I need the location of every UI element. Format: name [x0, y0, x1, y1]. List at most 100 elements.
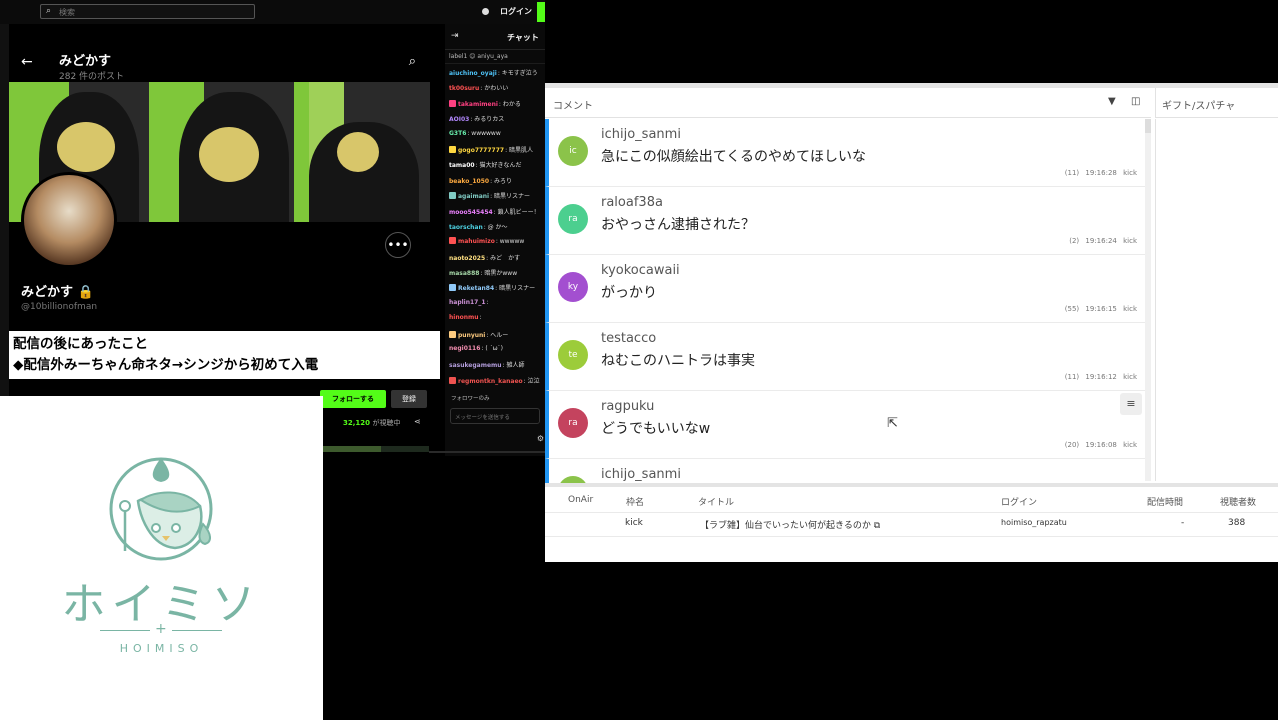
comment-scrollbar[interactable] — [1145, 119, 1151, 481]
chat-username[interactable]: mooo545454 — [449, 209, 493, 216]
chat-username[interactable]: agaimani — [458, 193, 489, 200]
copy-icon[interactable]: ⧉ — [874, 521, 880, 531]
logo-divider-left — [100, 630, 150, 631]
search-input[interactable]: ⌕ 検索 — [40, 4, 255, 19]
chat-username[interactable]: hinonmu — [449, 314, 479, 321]
chat-text: : 泣泣 — [523, 377, 540, 385]
chat-username[interactable]: tk00suru — [449, 85, 479, 92]
chat-username[interactable]: beako_1050 — [449, 178, 489, 185]
col-onair[interactable]: OnAir — [568, 495, 593, 505]
user-badge-icon — [449, 376, 456, 384]
user-badge-icon — [449, 99, 456, 107]
gifts-label: ギフト/スパチャ — [1162, 101, 1236, 112]
comment-row[interactable]: ra ragpuku どうでもいいなw (20) 19:16:08 kick ≡ — [545, 391, 1145, 459]
user-badge-icon — [449, 145, 456, 153]
theme-toggle-icon[interactable] — [482, 8, 489, 15]
col-frame[interactable]: 枠名 — [626, 495, 644, 508]
comment-row[interactable]: ky kyokocawaii がっかり (55) 19:16:15 kick — [545, 255, 1145, 323]
comment-time: 19:16:28 — [1085, 169, 1117, 177]
comment-count: (20) — [1064, 441, 1080, 449]
chat-message: takamimeni: わかる — [449, 99, 542, 114]
chat-message: taorschan: @ か〜 — [449, 222, 542, 237]
chat-text: : @ か〜 — [483, 223, 508, 231]
follow-button[interactable]: フォローする — [320, 390, 386, 408]
comment-row[interactable]: ic ichijo_sanmi 急にこの似顔絵出てくるのやめてほしいな (11) 19… — [545, 119, 1145, 187]
chat-text: : — [479, 314, 482, 322]
comment-time: 19:16:12 — [1085, 373, 1117, 381]
more-options-icon[interactable]: ••• — [385, 232, 411, 258]
col-login[interactable]: ログイン — [1001, 495, 1037, 508]
chat-message: regmontkn_kanaeo: 泣泣 — [449, 376, 542, 391]
filter-icon[interactable]: ▼ — [1108, 96, 1116, 107]
columns-icon[interactable]: ◫ — [1131, 96, 1140, 107]
chat-username[interactable]: haplin17_1 — [449, 299, 486, 306]
col-viewers[interactable]: 視聴者数 — [1220, 495, 1256, 508]
chat-message: hinonmu: — [449, 314, 542, 329]
avatar — [21, 172, 117, 268]
cell-login: hoimiso_rapzatu — [1001, 518, 1067, 527]
search-icon[interactable]: ⌕ — [409, 54, 416, 69]
comment-time: 19:16:15 — [1085, 305, 1117, 313]
chat-username[interactable]: gogo7777777 — [458, 147, 504, 154]
chat-text: : わかる — [498, 100, 521, 108]
comment-row[interactable]: ic ichijo_sanmi — [545, 459, 1145, 483]
panel-separator[interactable] — [545, 483, 1278, 487]
avatar: te — [558, 340, 588, 370]
chat-username[interactable]: tama00 — [449, 162, 475, 169]
signup-button[interactable] — [537, 2, 545, 22]
post-count: 282 件のポスト — [59, 72, 125, 82]
gifts-header: ギフト/スパチャ — [1155, 88, 1278, 118]
caption-line-1: 配信の後にあったこと — [13, 336, 148, 352]
chat-message: haplin17_1: — [449, 299, 542, 314]
chat-username[interactable]: taorschan — [449, 224, 483, 231]
collapse-chat-icon[interactable]: ⇥ — [451, 31, 459, 41]
profile-header-name: みどかす — [59, 54, 112, 69]
chat-username[interactable]: negi0116 — [449, 345, 480, 352]
col-title[interactable]: タイトル — [698, 495, 734, 508]
caption-overlay: 配信の後にあったこと ◆配信外みーちゃん命ネタ→シンジから初めて入電 — [9, 331, 440, 379]
col-time[interactable]: 配信時間 — [1147, 495, 1183, 508]
chat-username[interactable]: G3T6 — [449, 130, 466, 137]
comment-meta: (2) 19:16:24 kick — [1069, 237, 1137, 245]
chat-username[interactable]: naoto2025 — [449, 255, 485, 262]
comment-count: (11) — [1064, 373, 1080, 381]
chat-username[interactable]: sasukegamemu — [449, 362, 502, 369]
chat-message-input[interactable]: メッセージを送信する — [450, 408, 540, 424]
comment-row[interactable]: te testacco ねむこのハニトラは事実 (11) 19:16:12 kick — [545, 323, 1145, 391]
stream-progress-bar[interactable] — [323, 446, 429, 452]
chat-username[interactable]: AOI03 — [449, 116, 469, 123]
chat-username[interactable]: mahuimizo — [458, 238, 495, 245]
share-icon[interactable]: ⋖ — [414, 417, 421, 426]
cell-title-text: 【ラブ雑】仙台でいったい何が起きるのか — [700, 521, 871, 531]
back-arrow-icon[interactable]: ← — [21, 54, 33, 70]
mouse-cursor-icon: ⇱ — [887, 416, 898, 431]
chat-username[interactable]: regmontkn_kanaeo — [458, 378, 523, 385]
avatar: ra — [558, 204, 588, 234]
chat-progress-line — [429, 451, 545, 453]
comments-header: コメント ▼ ◫ — [545, 88, 1151, 118]
chat-text: : 暗黒肌人 — [505, 146, 533, 154]
chat-username[interactable]: masa888 — [449, 270, 479, 277]
chat-footer: フォロワーのみ メッセージを送信する ⚙ — [445, 390, 545, 456]
comment-list[interactable]: ic ichijo_sanmi 急にこの似顔絵出てくるのやめてほしいな (11) 19… — [545, 119, 1145, 483]
chat-text: : 暗黒かwww — [480, 270, 518, 278]
subscribe-button[interactable]: 登録 — [391, 390, 427, 408]
avatar: ic — [558, 136, 588, 166]
comment-meta: (11) 19:16:28 kick — [1065, 169, 1137, 177]
chat-username[interactable]: takamimeni — [458, 101, 498, 108]
chat-username[interactable]: punyuni — [458, 332, 485, 339]
comment-platform: kick — [1123, 237, 1137, 245]
comment-count: (2) — [1069, 237, 1080, 245]
chat-username[interactable]: aiuchino_oyaji — [449, 70, 497, 77]
comment-text: がっかり — [601, 285, 657, 301]
gear-icon[interactable]: ⚙ — [537, 434, 544, 443]
followers-only-label: フォロワーのみ — [451, 396, 490, 402]
pinned-bar: label1 😊 aniyu_aya — [445, 50, 545, 64]
comment-row[interactable]: ra raloaf38a おやっさん逮捕された？ (2) 19:16:24 kick — [545, 187, 1145, 255]
hamburger-menu-icon[interactable]: ≡ — [1120, 393, 1142, 415]
chat-username[interactable]: Reketan84 — [458, 285, 494, 292]
login-link[interactable]: ログイン — [500, 6, 532, 17]
comment-text: 急にこの似顔絵出てくるのやめてほしいな — [601, 149, 867, 165]
cell-time: - — [1181, 518, 1185, 528]
chat-header: ⇥ チャット — [445, 24, 545, 50]
